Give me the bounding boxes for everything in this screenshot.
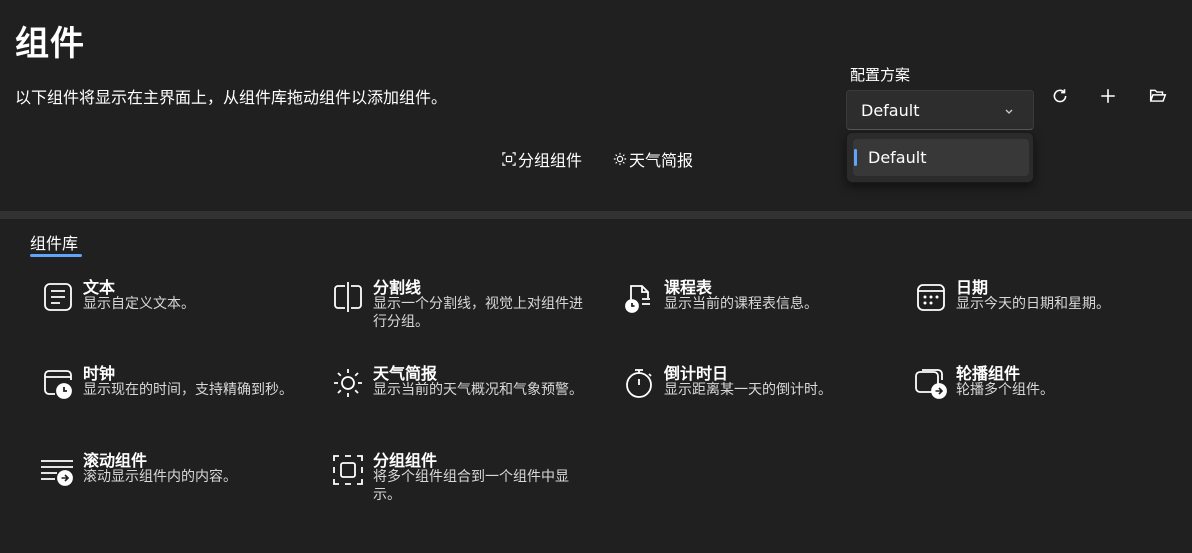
selected-indicator [854,149,857,166]
folder-icon [1149,89,1167,102]
profile-select-value: Default [861,100,920,120]
preview-item-label: 分组组件 [518,151,583,170]
refresh-button[interactable] [1048,84,1072,108]
clock-icon [41,366,75,400]
tab-widget-library[interactable]: 组件库 [30,230,78,254]
group-icon [331,453,365,487]
preview-item-group[interactable]: 分组组件 [502,147,582,171]
widget-item-scroll[interactable]: 滚动组件 滚动显示组件内的内容。 [41,447,301,527]
page-subtitle: 以下组件将显示在主界面上，从组件库拖动组件以添加组件。 [15,88,448,107]
widget-item-countdown[interactable]: 倒计时日 显示距离某一天的倒计时。 [622,360,882,440]
profile-select[interactable]: Default [846,90,1034,130]
plus-icon [1101,89,1115,103]
section-divider [0,211,1192,219]
group-icon [502,152,516,166]
calendar-icon [914,280,948,314]
schedule-icon [622,280,656,314]
add-profile-button[interactable] [1096,84,1120,108]
widget-desc: 轮播多个组件。 [956,382,1054,398]
widget-desc: 显示距离某一天的倒计时。 [664,382,832,398]
refresh-icon [1053,89,1067,103]
profile-label: 配置方案 [850,66,911,84]
widget-item-clock[interactable]: 时钟 显示现在的时间，支持精确到秒。 [41,360,301,440]
widget-desc: 将多个组件组合到一个组件中显示。 [373,469,569,503]
separator-icon [331,280,365,314]
widget-item-weather[interactable]: 天气简报 显示当前的天气概况和气象预警。 [331,360,591,440]
text-icon [41,280,75,314]
widget-desc: 滚动显示组件内的内容。 [83,469,237,485]
timer-icon [622,366,656,400]
widget-desc: 显示当前的天气概况和气象预警。 [373,382,583,398]
widget-item-carousel[interactable]: 轮播组件 轮播多个组件。 [914,360,1174,440]
widget-desc: 显示自定义文本。 [83,296,195,312]
widget-desc: 显示当前的课程表信息。 [664,296,818,312]
open-folder-button[interactable] [1146,84,1170,108]
widget-desc: 显示今天的日期和星期。 [956,296,1110,312]
widget-item-group[interactable]: 分组组件 将多个组件组合到一个组件中显示。 [331,447,591,527]
sun-icon [331,366,365,400]
profile-option-label: Default [868,148,927,167]
widgets-settings-header: 组件 以下组件将显示在主界面上，从组件库拖动组件以添加组件。 分组组件 天气简报… [0,0,1192,211]
widget-item-schedule[interactable]: 课程表 显示当前的课程表信息。 [622,274,882,354]
scroll-icon [41,453,75,487]
carousel-icon [914,366,948,400]
tab-underline [30,254,82,257]
widget-item-date[interactable]: 日期 显示今天的日期和星期。 [914,274,1174,354]
profile-option-default[interactable]: Default [853,139,1029,176]
preview-item-label: 天气简报 [629,151,694,170]
profile-dropdown: Default [846,132,1034,183]
sun-icon [613,152,627,166]
chevron-down-icon [1005,109,1013,114]
widget-item-separator[interactable]: 分割线 显示一个分割线，视觉上对组件进行分组。 [331,274,591,354]
widget-desc: 显示现在的时间，支持精确到秒。 [83,382,293,398]
preview-item-weather[interactable]: 天气简报 [613,147,693,171]
widget-item-text[interactable]: 文本 显示自定义文本。 [41,274,301,354]
page-title: 组件 [15,24,85,64]
widget-library: 组件库 文本 显示自定义文本。 分割线 显示一个分割线，视觉上对组件进行分组。 [0,219,1192,553]
widget-desc: 显示一个分割线，视觉上对组件进行分组。 [373,296,583,330]
